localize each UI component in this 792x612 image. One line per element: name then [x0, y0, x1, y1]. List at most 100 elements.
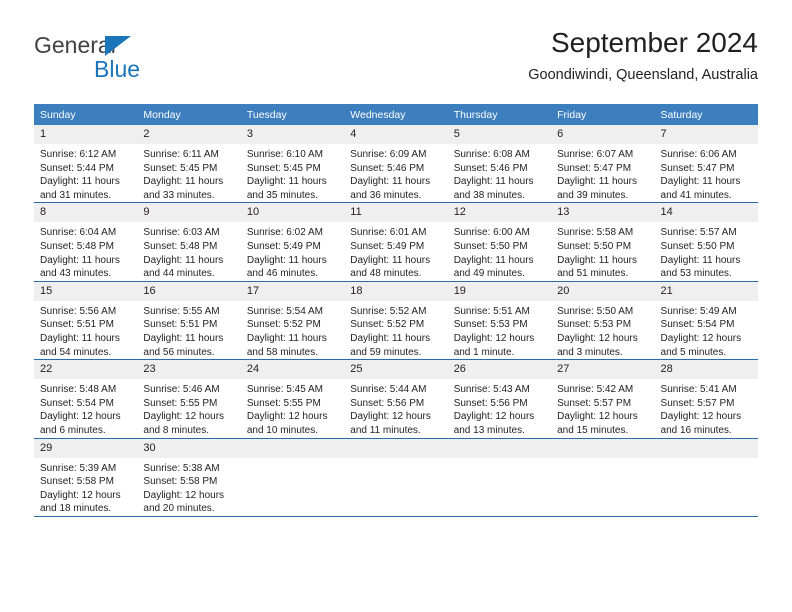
calendar-day-cell[interactable]: 9 Sunrise: 6:03 AM Sunset: 5:48 PM Daylight… [137, 202, 241, 282]
calendar-day-cell[interactable]: 21 Sunrise: 5:49 AM Sunset: 5:54 PM Dayligh… [654, 281, 758, 361]
day-details: Sunrise: 6:01 AM Sunset: 5:49 PM Daylight:… [344, 222, 447, 280]
daylight-text: Daylight: 11 hours and 35 minutes. [246, 176, 327, 201]
day-number: 19 [447, 281, 552, 301]
sunrise-text: Sunrise: 6:08 AM [453, 149, 530, 160]
sunrise-text: Sunrise: 5:44 AM [350, 384, 427, 396]
weekday-header-friday: Friday [551, 104, 655, 125]
sunrise-text: Sunrise: 6:07 AM [557, 149, 634, 160]
calendar-week-row: 1 Sunrise: 6:12 AM Sunset: 5:44 PM Daylight… [34, 125, 758, 204]
calendar-day-cell[interactable]: 5 Sunrise: 6:08 AM Sunset: 5:46 PM Daylight… [447, 125, 552, 204]
sunrise-text: Sunrise: 6:02 AM [246, 227, 323, 239]
calendar-day-cell[interactable]: 12 Sunrise: 6:00 AM Sunset: 5:50 PM Dayligh… [447, 202, 552, 282]
calendar-day-cell[interactable]: 17 Sunrise: 5:54 AM Sunset: 5:52 PM Dayligh… [240, 281, 345, 361]
sunset-text: Sunset: 5:48 PM [40, 240, 114, 252]
calendar-day-cell[interactable]: 25 Sunrise: 5:44 AM Sunset: 5:56 PM Dayligh… [344, 359, 448, 439]
day-details [448, 458, 551, 462]
daylight-text: Daylight: 11 hours and 36 minutes. [350, 176, 431, 201]
sunset-text: Sunset: 5:49 PM [246, 240, 321, 252]
day-details: Sunrise: 5:50 AM Sunset: 5:53 PM Daylight:… [551, 301, 654, 359]
calendar-day-cell[interactable]: 23 Sunrise: 5:46 AM Sunset: 5:55 PM Dayligh… [137, 359, 241, 439]
calendar-day-cell[interactable]: 8 Sunrise: 6:04 AM Sunset: 5:48 PM Daylight… [34, 202, 138, 282]
day-number: 22 [34, 360, 138, 380]
calendar-day-cell[interactable]: 20 Sunrise: 5:50 AM Sunset: 5:53 PM Dayligh… [551, 281, 655, 361]
calendar-day-cell[interactable]: 30 Sunrise: 5:38 AM Sunset: 5:58 PM Dayligh… [137, 438, 241, 517]
general-blue-logo: General Blue [34, 32, 214, 88]
calendar-day-cell[interactable]: 27 Sunrise: 5:42 AM Sunset: 5:57 PM Dayligh… [551, 359, 655, 439]
daylight-text: Daylight: 12 hours and 16 minutes. [660, 411, 742, 436]
daylight-text: Daylight: 12 hours and 20 minutes. [143, 489, 225, 515]
day-number: 5 [447, 125, 552, 144]
sunrise-text: Sunrise: 5:51 AM [453, 305, 530, 317]
day-details: Sunrise: 6:00 AM Sunset: 5:50 PM Daylight:… [448, 222, 551, 280]
calendar-day-cell[interactable]: 11 Sunrise: 6:01 AM Sunset: 5:49 PM Dayligh… [344, 202, 448, 282]
calendar-day-cell[interactable]: 13 Sunrise: 5:58 AM Sunset: 5:50 PM Dayligh… [551, 202, 655, 282]
calendar-day-cell[interactable]: 3 Sunrise: 6:10 AM Sunset: 5:45 PM Daylight… [240, 125, 345, 204]
sunrise-text: Sunrise: 6:04 AM [40, 227, 117, 239]
sunset-text: Sunset: 5:50 PM [557, 240, 632, 252]
day-details: Sunrise: 5:54 AM Sunset: 5:52 PM Daylight:… [241, 301, 344, 359]
daylight-text: Daylight: 11 hours and 49 minutes. [453, 254, 534, 280]
calendar-day-cell[interactable]: 1 Sunrise: 6:12 AM Sunset: 5:44 PM Daylight… [34, 125, 138, 204]
calendar-empty-cell [240, 438, 345, 517]
daylight-text: Daylight: 11 hours and 33 minutes. [143, 176, 224, 201]
sunset-text: Sunset: 5:56 PM [453, 397, 528, 409]
sunset-text: Sunset: 5:48 PM [143, 240, 218, 252]
day-number: 9 [137, 203, 241, 223]
day-details: Sunrise: 6:04 AM Sunset: 5:48 PM Daylight:… [34, 222, 137, 280]
calendar-week-row: 15 Sunrise: 5:56 AM Sunset: 5:51 PM Dayligh… [34, 281, 758, 361]
daylight-text: Daylight: 12 hours and 3 minutes. [557, 332, 638, 358]
sunset-text: Sunset: 5:57 PM [660, 397, 735, 409]
sunset-text: Sunset: 5:49 PM [350, 240, 425, 252]
day-details: Sunrise: 5:43 AM Sunset: 5:56 PM Daylight:… [448, 379, 551, 437]
day-number: 4 [344, 125, 448, 144]
daylight-text: Daylight: 11 hours and 51 minutes. [557, 254, 637, 280]
logo-triangle-icon [105, 36, 131, 56]
day-number: 30 [137, 438, 241, 458]
daylight-text: Daylight: 12 hours and 5 minutes. [660, 332, 742, 358]
calendar-day-cell[interactable]: 15 Sunrise: 5:56 AM Sunset: 5:51 PM Dayligh… [34, 281, 138, 361]
sunrise-text: Sunrise: 5:57 AM [660, 227, 737, 239]
sunrise-text: Sunrise: 6:01 AM [350, 227, 427, 239]
day-number [654, 438, 758, 458]
calendar-day-cell[interactable]: 19 Sunrise: 5:51 AM Sunset: 5:53 PM Dayligh… [447, 281, 552, 361]
daylight-text: Daylight: 12 hours and 10 minutes. [246, 411, 328, 436]
day-details: Sunrise: 5:57 AM Sunset: 5:50 PM Daylight:… [655, 222, 758, 280]
calendar-day-cell[interactable]: 4 Sunrise: 6:09 AM Sunset: 5:46 PM Daylight… [344, 125, 448, 204]
sunrise-text: Sunrise: 6:09 AM [350, 149, 427, 160]
calendar-day-cell[interactable]: 10 Sunrise: 6:02 AM Sunset: 5:49 PM Dayligh… [240, 202, 345, 282]
weekday-header-saturday: Saturday [654, 104, 758, 125]
calendar-day-cell[interactable]: 7 Sunrise: 6:06 AM Sunset: 5:47 PM Daylight… [654, 125, 758, 204]
calendar-day-cell[interactable]: 28 Sunrise: 5:41 AM Sunset: 5:57 PM Dayligh… [654, 359, 758, 439]
day-number: 10 [240, 203, 345, 223]
calendar-day-cell[interactable]: 14 Sunrise: 5:57 AM Sunset: 5:50 PM Dayligh… [654, 202, 758, 282]
calendar-day-cell[interactable]: 6 Sunrise: 6:07 AM Sunset: 5:47 PM Daylight… [551, 125, 655, 204]
daylight-text: Daylight: 12 hours and 15 minutes. [557, 411, 638, 436]
day-details: Sunrise: 6:06 AM Sunset: 5:47 PM Daylight:… [655, 144, 758, 202]
day-number: 29 [34, 438, 138, 458]
day-details: Sunrise: 5:48 AM Sunset: 5:54 PM Daylight:… [34, 379, 137, 437]
day-number: 6 [551, 125, 655, 144]
calendar-day-cell[interactable]: 29 Sunrise: 5:39 AM Sunset: 5:58 PM Dayligh… [34, 438, 138, 517]
calendar-day-cell[interactable]: 26 Sunrise: 5:43 AM Sunset: 5:56 PM Dayligh… [447, 359, 552, 439]
calendar-day-cell[interactable]: 2 Sunrise: 6:11 AM Sunset: 5:45 PM Daylight… [137, 125, 241, 204]
sunrise-text: Sunrise: 6:10 AM [246, 149, 323, 160]
sunset-text: Sunset: 5:54 PM [40, 397, 114, 409]
calendar-day-cell[interactable]: 24 Sunrise: 5:45 AM Sunset: 5:55 PM Dayligh… [240, 359, 345, 439]
day-number: 21 [654, 281, 758, 301]
calendar-day-cell[interactable]: 16 Sunrise: 5:55 AM Sunset: 5:51 PM Dayligh… [137, 281, 241, 361]
daylight-text: Daylight: 12 hours and 11 minutes. [350, 411, 431, 436]
sunset-text: Sunset: 5:58 PM [143, 476, 218, 488]
sunrise-text: Sunrise: 5:39 AM [40, 462, 117, 474]
sunset-text: Sunset: 5:53 PM [557, 319, 632, 331]
daylight-text: Daylight: 11 hours and 53 minutes. [660, 254, 741, 280]
calendar-day-cell[interactable]: 22 Sunrise: 5:48 AM Sunset: 5:54 PM Dayligh… [34, 359, 138, 439]
calendar-day-cell[interactable]: 18 Sunrise: 5:52 AM Sunset: 5:52 PM Dayligh… [344, 281, 448, 361]
daylight-text: Daylight: 12 hours and 13 minutes. [453, 411, 535, 436]
page-title: September 2024 [550, 27, 758, 58]
daylight-text: Daylight: 11 hours and 39 minutes. [557, 176, 637, 201]
calendar-empty-cell [447, 438, 552, 517]
daylight-text: Daylight: 11 hours and 48 minutes. [350, 254, 431, 280]
sunset-text: Sunset: 5:52 PM [350, 319, 425, 331]
day-details [655, 458, 758, 462]
daylight-text: Daylight: 12 hours and 1 minute. [453, 332, 535, 358]
